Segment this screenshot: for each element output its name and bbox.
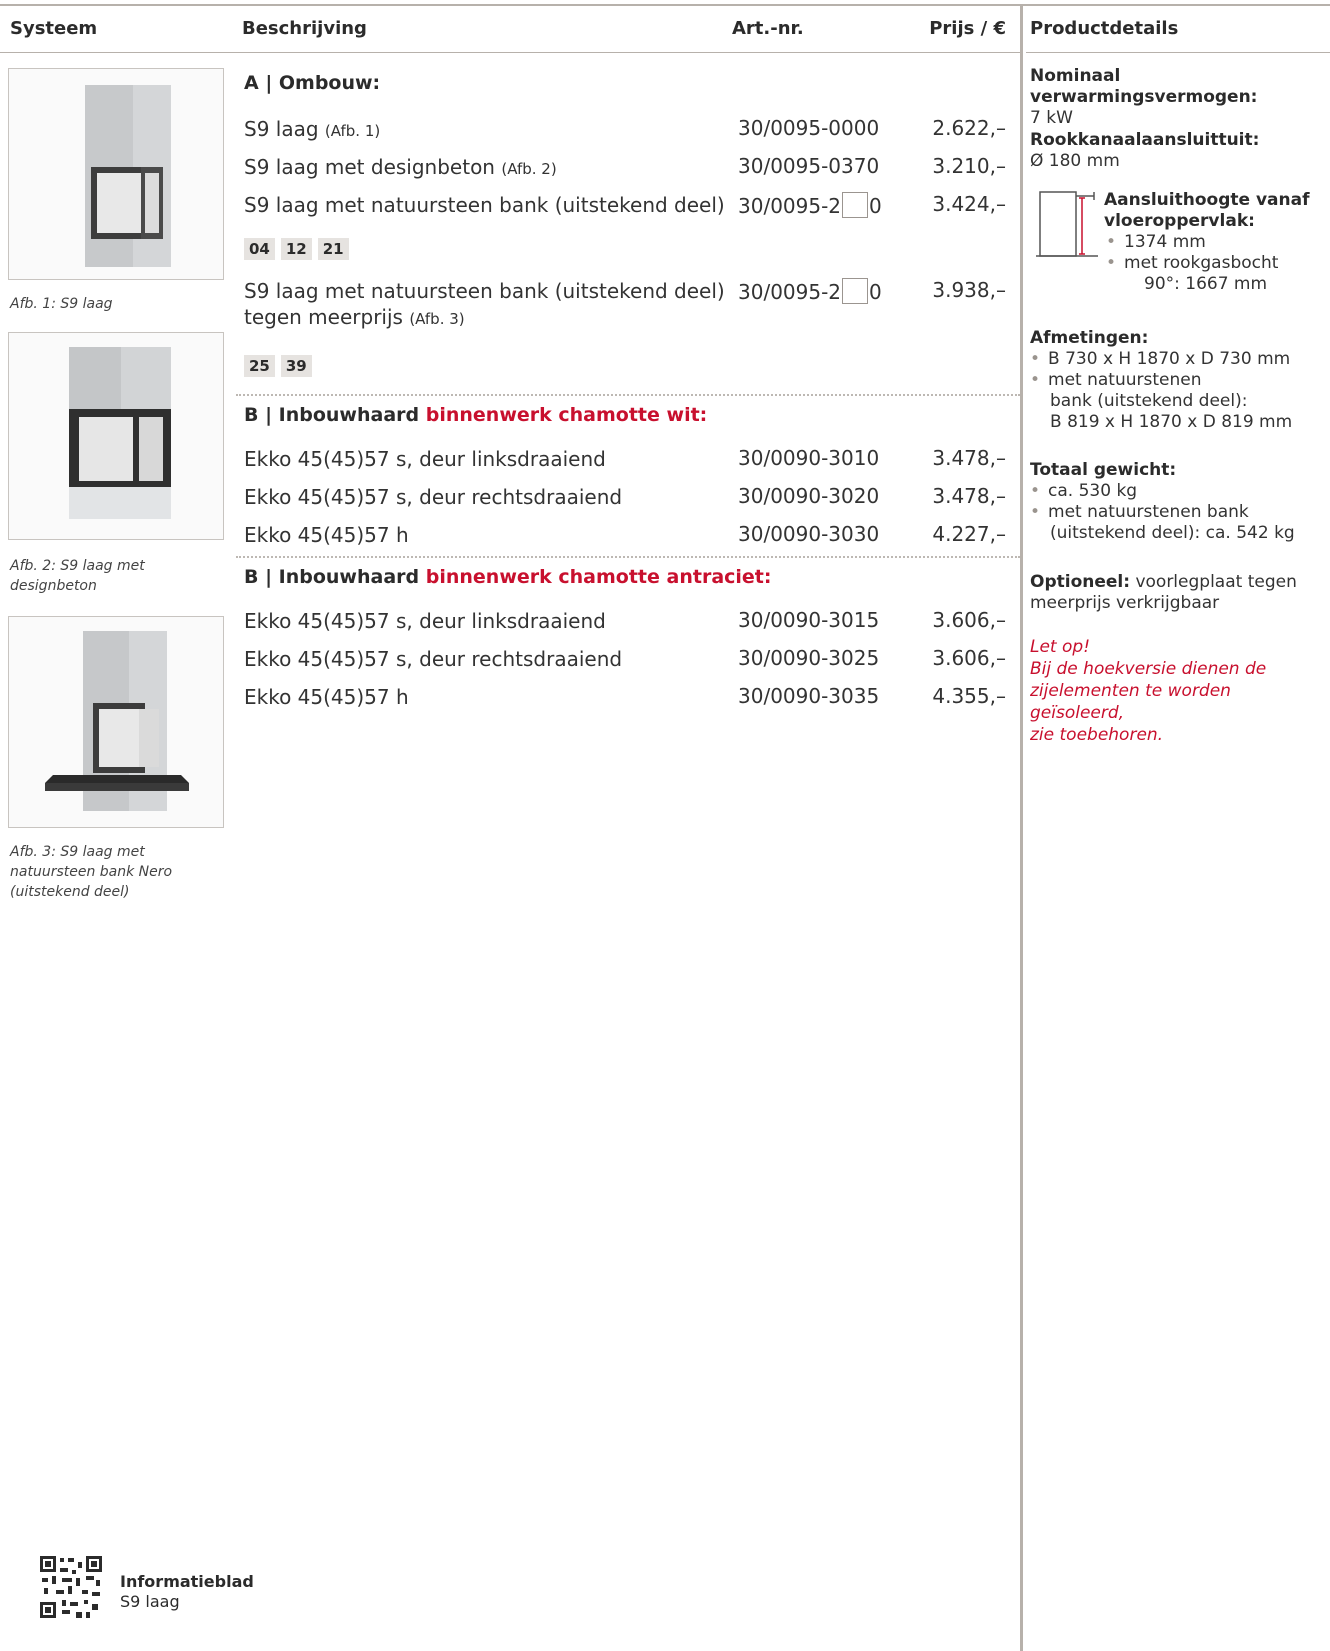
row-b1-3-desc: Ekko 45(45)57 h (244, 523, 409, 547)
detail-note: Let op! Bij de hoekversie dienen de zije… (1030, 637, 1267, 745)
stove-illustration (69, 347, 171, 519)
row-b2-2-desc: Ekko 45(45)57 s, deur rechtsdraaiend (244, 647, 623, 671)
color-code-box (842, 278, 869, 304)
qr-code-icon (40, 1556, 102, 1618)
detail-flue: Rookkanaalaansluittuit: Ø 180 mm (1030, 130, 1260, 171)
image-caption-1: Afb. 1: S9 laag (10, 296, 113, 312)
header-productdetails: Productdetails (1030, 18, 1179, 39)
row-b2-1-price: 3.606,– (932, 608, 1006, 632)
row-b1-2-desc: Ekko 45(45)57 s, deur rechtsdraaiend (244, 485, 623, 509)
stove-illustration (45, 631, 189, 811)
section-a-title: A | Ombouw: (244, 72, 381, 94)
row-a4-price: 3.938,– (932, 278, 1006, 302)
row-a2-price: 3.210,– (932, 154, 1006, 178)
row-a2-desc: S9 laag met designbeton (Afb. 2) (244, 155, 557, 179)
row-a1-price: 2.622,– (932, 116, 1006, 140)
header-prijs: Prijs / € (929, 18, 1006, 39)
connection-height-diagram (1036, 188, 1098, 260)
detail-power: Nominaal verwarmingsvermogen: 7 kW (1030, 66, 1258, 128)
row-b1-3-art: 30/0090-3030 (738, 522, 880, 546)
color-chip: 12 (280, 238, 312, 260)
image-caption-2: Afb. 2: S9 laag met designbeton (10, 558, 145, 594)
row-a2-art: 30/0095-0370 (738, 154, 880, 178)
color-chip: 39 (280, 355, 312, 377)
section-b1-title: B | Inbouwhaard binnenwerk chamotte wit: (244, 404, 708, 426)
header-rule (0, 52, 1020, 53)
detail-dimensions: Afmetingen: • B 730 x H 1870 x D 730 mm •… (1030, 328, 1293, 432)
color-chip: 04 (244, 238, 275, 260)
detail-connection-height: Aansluithoogte vanaf vloeroppervlak: • 13… (1104, 190, 1310, 294)
stove-outline-icon (1036, 191, 1098, 257)
row-b1-2-price: 3.478,– (932, 484, 1006, 508)
detail-weight: Totaal gewicht: • ca. 530 kg • met natuurs… (1030, 460, 1295, 543)
header-art-nr: Art.-nr. (732, 18, 804, 39)
product-image-2 (8, 332, 224, 540)
row-a1-desc: S9 laag (Afb. 1) (244, 117, 381, 141)
qr-code[interactable] (40, 1556, 102, 1618)
row-b2-3-desc: Ekko 45(45)57 h (244, 685, 409, 709)
product-image-3 (8, 616, 224, 828)
color-chip: 25 (244, 355, 275, 377)
row-b1-3-price: 4.227,– (932, 522, 1006, 546)
detail-optional: Optioneel: voorlegplaat tegen meerprijs … (1030, 572, 1297, 613)
row-b1-2-art: 30/0090-3020 (738, 484, 880, 508)
product-image-1 (8, 68, 224, 280)
row-a4-desc: S9 laag met natuursteen bank (uitstekend… (244, 279, 725, 329)
row-b1-1-art: 30/0090-3010 (738, 446, 880, 470)
top-rule (0, 4, 1330, 6)
footer-title: Informatieblad (120, 1572, 254, 1591)
row-a4-art: 30/0095-2 0 (738, 278, 882, 304)
row-b1-1-desc: Ekko 45(45)57 s, deur linksdraaiend (244, 447, 606, 471)
color-chip: 21 (317, 238, 349, 260)
row-a3-art: 30/0095-2 0 (738, 192, 882, 218)
row-b2-1-art: 30/0090-3015 (738, 608, 880, 632)
color-code-box (842, 192, 869, 218)
row-b2-2-art: 30/0090-3025 (738, 646, 880, 670)
image-caption-3: Afb. 3: S9 laag met natuursteen bank Ner… (10, 844, 173, 900)
section-divider (236, 556, 1020, 558)
column-divider (1020, 4, 1023, 1651)
header-rule-details (1026, 52, 1330, 53)
row-a1-art: 30/0095-0000 (738, 116, 880, 140)
row-b2-1-desc: Ekko 45(45)57 s, deur linksdraaiend (244, 609, 606, 633)
section-b2-title: B | Inbouwhaard binnenwerk chamotte antr… (244, 566, 772, 588)
row-b2-3-art: 30/0090-3035 (738, 684, 880, 708)
section-divider (236, 394, 1020, 396)
stove-illustration (85, 85, 171, 267)
header-beschrijving: Beschrijving (242, 18, 367, 39)
row-b2-3-price: 4.355,– (932, 684, 1006, 708)
row-b2-2-price: 3.606,– (932, 646, 1006, 670)
row-a3-price: 3.424,– (932, 192, 1006, 216)
row-b1-1-price: 3.478,– (932, 446, 1006, 470)
row-a3-desc: S9 laag met natuursteen bank (uitstekend… (244, 193, 725, 217)
color-chips-1: 04 12 21 (244, 238, 355, 260)
color-chips-2: 25 39 (244, 355, 318, 377)
header-systeem: Systeem (10, 18, 98, 39)
footer-subtitle: S9 laag (120, 1592, 180, 1611)
